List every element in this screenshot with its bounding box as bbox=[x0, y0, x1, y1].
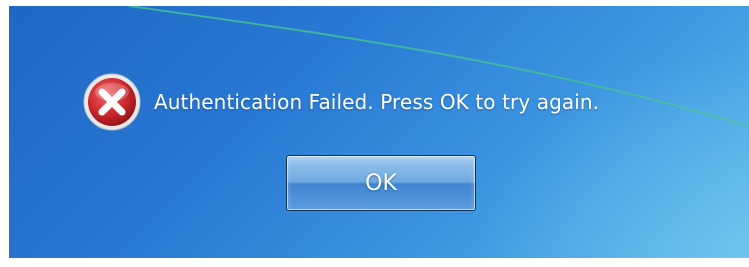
error-x-icon bbox=[83, 73, 141, 131]
ok-button[interactable]: OK bbox=[286, 155, 476, 211]
ok-button-label: OK bbox=[365, 170, 397, 196]
error-message-text: Authentication Failed. Press OK to try a… bbox=[154, 90, 600, 114]
error-message-row: Authentication Failed. Press OK to try a… bbox=[82, 70, 599, 134]
logon-screen: Authentication Failed. Press OK to try a… bbox=[9, 6, 749, 258]
